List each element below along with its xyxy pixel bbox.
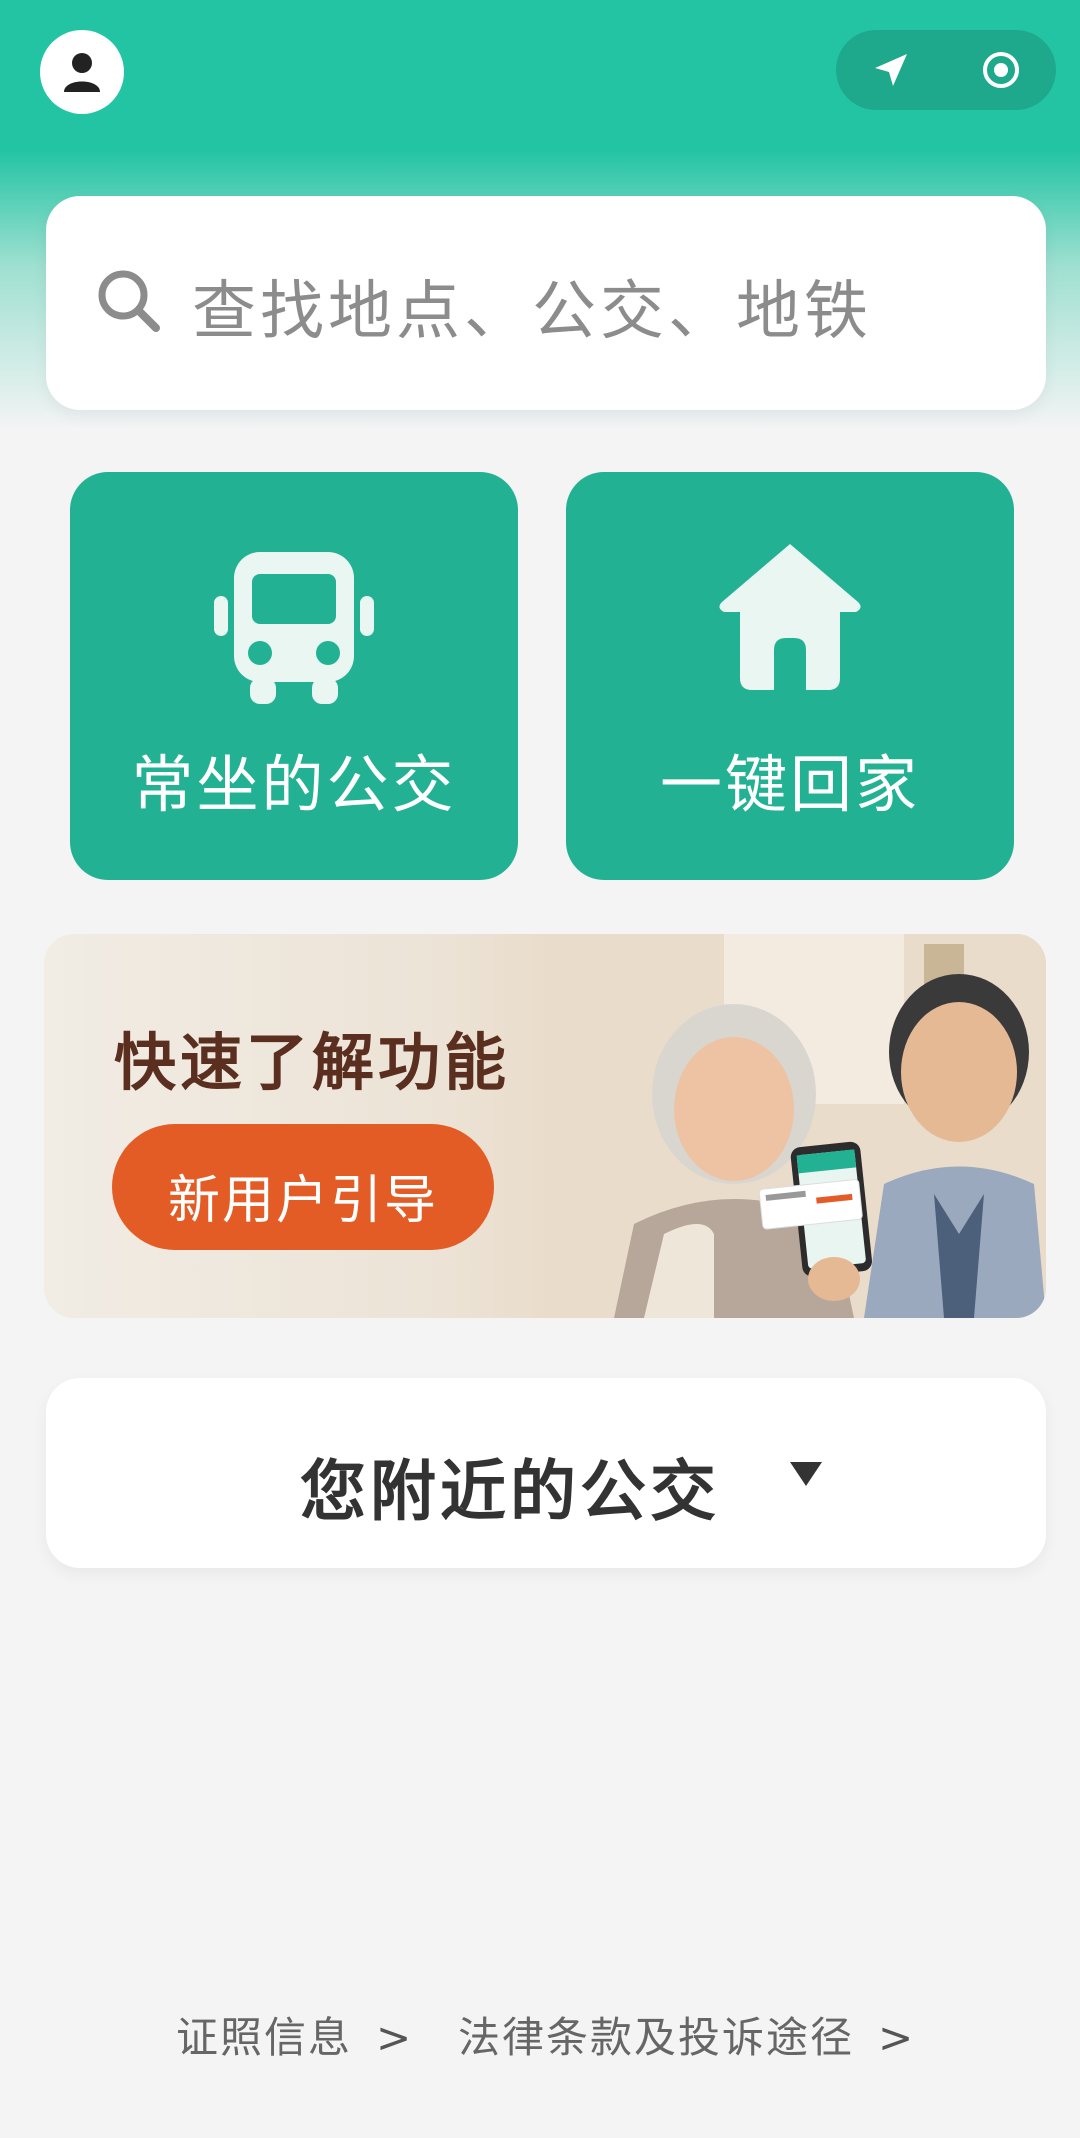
page: 查找地点、公交、地铁 常坐的公交 一键回家 快速了解功能 新用户引导 您附近的公… bbox=[0, 0, 1080, 2138]
new-user-guide-button[interactable]: 新用户引导 bbox=[112, 1124, 494, 1250]
one-key-home-label: 一键回家 bbox=[659, 748, 920, 821]
home-icon bbox=[719, 544, 861, 690]
search-bar[interactable]: 查找地点、公交、地铁 bbox=[46, 196, 1046, 410]
one-key-home-tile[interactable]: 一键回家 bbox=[566, 472, 1014, 880]
legal-terms-label: 法律条款及投诉途径 bbox=[458, 2013, 855, 2062]
capsule-control bbox=[836, 30, 1056, 110]
location-arrow-icon bbox=[875, 54, 907, 86]
guide-banner[interactable]: 快速了解功能 新用户引导 bbox=[44, 934, 1046, 1318]
nearby-bus-dropdown[interactable]: 您附近的公交 bbox=[46, 1378, 1046, 1568]
caret-down-icon bbox=[790, 1462, 822, 1486]
target-icon bbox=[983, 52, 1019, 88]
frequent-bus-tile[interactable]: 常坐的公交 bbox=[70, 472, 518, 880]
new-user-guide-label: 新用户引导 bbox=[167, 1171, 438, 1231]
user-avatar-button[interactable] bbox=[40, 30, 124, 114]
search-icon bbox=[98, 270, 160, 332]
license-info-link[interactable]: 证照信息 > bbox=[176, 2004, 413, 2065]
target-button[interactable] bbox=[946, 30, 1056, 110]
bus-icon bbox=[214, 552, 374, 704]
chevron-right-icon: > bbox=[878, 2013, 916, 2062]
legal-terms-link[interactable]: 法律条款及投诉途径 > bbox=[458, 2004, 915, 2065]
search-placeholder: 查找地点、公交、地铁 bbox=[192, 275, 872, 349]
nearby-bus-label: 您附近的公交 bbox=[300, 1453, 720, 1530]
frequent-bus-label: 常坐的公交 bbox=[131, 748, 457, 821]
banner-photo bbox=[564, 934, 1046, 1318]
banner-title: 快速了解功能 bbox=[114, 1026, 511, 1099]
chevron-right-icon: > bbox=[376, 2013, 414, 2062]
footer-links: 证照信息 > 法律条款及投诉途径 > bbox=[0, 2004, 1080, 2064]
location-button[interactable] bbox=[836, 30, 946, 110]
license-info-label: 证照信息 bbox=[176, 2013, 353, 2062]
user-avatar-icon bbox=[64, 53, 100, 92]
